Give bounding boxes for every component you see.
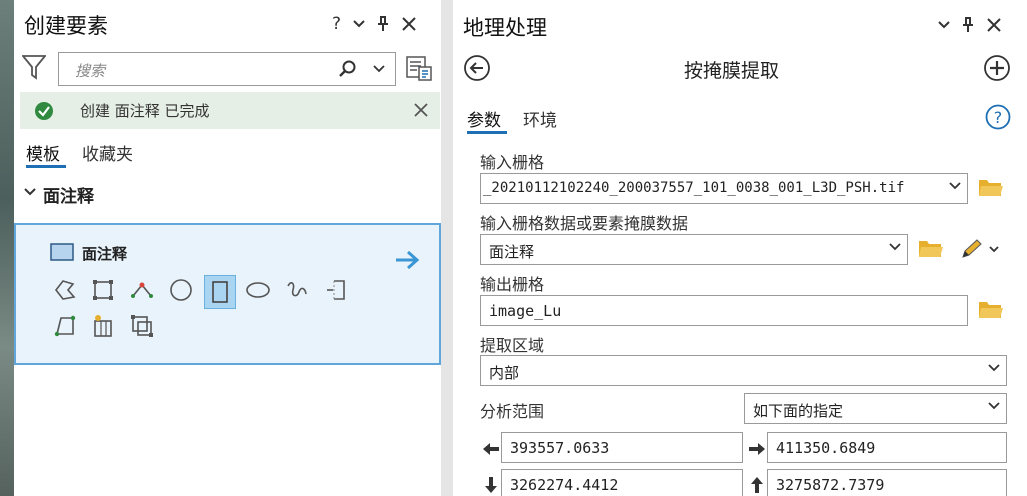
options-chevron-icon[interactable] xyxy=(353,19,365,29)
help-button[interactable]: ? xyxy=(332,14,341,34)
pin-icon[interactable] xyxy=(377,16,389,32)
sketch-pencil-icon[interactable] xyxy=(960,238,1000,260)
arrow-up-icon xyxy=(748,476,766,494)
section-collapse-chevron-icon[interactable] xyxy=(24,187,36,197)
template-name: 面注释 xyxy=(82,245,128,263)
rectangle-box-icon[interactable] xyxy=(88,275,118,305)
close-icon[interactable] xyxy=(986,17,1002,33)
pane-title: 地理处理 xyxy=(463,16,547,40)
extraction-area-value: 内部 xyxy=(489,364,520,382)
activate-template-arrow-icon[interactable] xyxy=(394,249,420,271)
output-raster-value: image_Lu xyxy=(489,302,562,320)
status-notice: 创建 面注释 已完成 xyxy=(20,92,440,129)
notice-text: 创建 面注释 已完成 xyxy=(80,102,210,120)
input-raster-select[interactable]: _20210112102240_200037557_101_0038_001_L… xyxy=(480,173,968,204)
create-features-pane: 创建要素 ? 搜索 创建 面注释 已完成 模板 收藏夹 面注释 面注释 xyxy=(14,0,441,496)
browse-folder-icon[interactable] xyxy=(978,176,1004,198)
layer-group-header[interactable]: 面注释 xyxy=(43,182,94,207)
extent-left-value: 393557.0633 xyxy=(510,439,610,457)
geoprocessing-pane: 地理处理 按掩膜提取 参数 环境 ? 输入栅格 _20210112102240_… xyxy=(453,0,1027,496)
rectangle-icon[interactable] xyxy=(204,275,236,309)
ellipse-icon[interactable] xyxy=(243,275,273,305)
panel-gap xyxy=(441,0,453,496)
input-raster-value: _20210112102240_200037557_101_0038_001_L… xyxy=(483,180,905,196)
pane-header-controls xyxy=(938,17,1002,33)
browse-folder-icon[interactable] xyxy=(978,298,1004,320)
extraction-area-label: 提取区域 xyxy=(480,336,545,355)
search-options-chevron-icon[interactable] xyxy=(373,65,385,74)
polygon-symbol-icon xyxy=(50,243,74,261)
search-icon[interactable] xyxy=(339,60,357,78)
arrow-right-icon xyxy=(748,440,766,458)
mask-value: 面注释 xyxy=(489,243,535,261)
dismiss-notice-icon[interactable] xyxy=(414,103,428,117)
tab-environments[interactable]: 环境 xyxy=(523,106,557,131)
right-angle-polygon-icon[interactable] xyxy=(50,311,80,341)
chevron-down-icon[interactable] xyxy=(889,243,901,252)
mask-label: 输入栅格数据或要素掩膜数据 xyxy=(480,214,689,233)
freehand-curve-icon[interactable] xyxy=(282,275,312,305)
output-raster-input[interactable]: image_Lu xyxy=(480,295,968,326)
svg-text:?: ? xyxy=(994,108,1003,127)
auto-complete-icon[interactable] xyxy=(88,311,118,341)
polyline-vertex-icon[interactable] xyxy=(127,275,157,305)
pin-icon[interactable] xyxy=(962,17,974,33)
arrow-left-icon xyxy=(482,440,500,458)
analysis-extent-select[interactable]: 如下面的指定 xyxy=(744,393,1007,424)
tab-active-indicator xyxy=(26,165,66,168)
mask-select[interactable]: 面注释 xyxy=(480,234,908,265)
circle-icon[interactable] xyxy=(166,275,196,305)
tab-favorites[interactable]: 收藏夹 xyxy=(82,140,133,165)
extent-right-value: 411350.6849 xyxy=(776,439,876,457)
tool-title: 按掩膜提取 xyxy=(684,60,780,82)
options-chevron-icon[interactable] xyxy=(938,20,950,30)
extent-bottom-input[interactable]: 3262274.4412 xyxy=(501,469,743,496)
output-raster-label: 输出栅格 xyxy=(480,275,545,294)
analysis-extent-label: 分析范围 xyxy=(480,402,545,421)
trace-icon[interactable] xyxy=(321,275,351,305)
help-icon[interactable]: ? xyxy=(985,104,1011,130)
feature-template-card[interactable]: 面注释 xyxy=(14,223,441,365)
freehand-polygon-icon[interactable] xyxy=(50,275,80,305)
extent-bottom-value: 3262274.4412 xyxy=(510,476,619,494)
arrow-down-icon xyxy=(482,476,500,494)
extent-top-input[interactable]: 3275872.7379 xyxy=(767,469,1007,496)
split-box-icon[interactable] xyxy=(127,311,157,341)
success-check-icon xyxy=(34,101,54,121)
extraction-area-select[interactable]: 内部 xyxy=(480,355,1007,386)
map-edge-left xyxy=(0,0,14,496)
tab-parameters[interactable]: 参数 xyxy=(467,106,501,131)
search-input[interactable]: 搜索 xyxy=(58,52,396,86)
extent-left-input[interactable]: 393557.0633 xyxy=(501,432,743,463)
analysis-extent-option: 如下面的指定 xyxy=(753,402,844,420)
chevron-down-icon[interactable] xyxy=(988,364,1000,373)
pane-header-controls: ? xyxy=(332,14,417,34)
tab-active-indicator xyxy=(467,131,507,134)
extent-right-input[interactable]: 411350.6849 xyxy=(767,432,1007,463)
manage-templates-icon[interactable] xyxy=(405,54,433,82)
chevron-down-icon[interactable] xyxy=(945,182,961,191)
pane-title: 创建要素 xyxy=(24,14,108,38)
close-icon[interactable] xyxy=(401,16,417,32)
filter-icon[interactable] xyxy=(22,54,46,80)
extent-top-value: 3275872.7379 xyxy=(776,476,885,494)
search-placeholder: 搜索 xyxy=(75,62,106,80)
browse-folder-icon[interactable] xyxy=(918,237,944,259)
back-arrow-icon[interactable] xyxy=(463,54,491,82)
chevron-down-icon[interactable] xyxy=(988,402,1000,411)
tab-templates[interactable]: 模板 xyxy=(26,140,60,165)
input-raster-label: 输入栅格 xyxy=(480,153,545,172)
add-tool-icon[interactable] xyxy=(983,54,1011,82)
